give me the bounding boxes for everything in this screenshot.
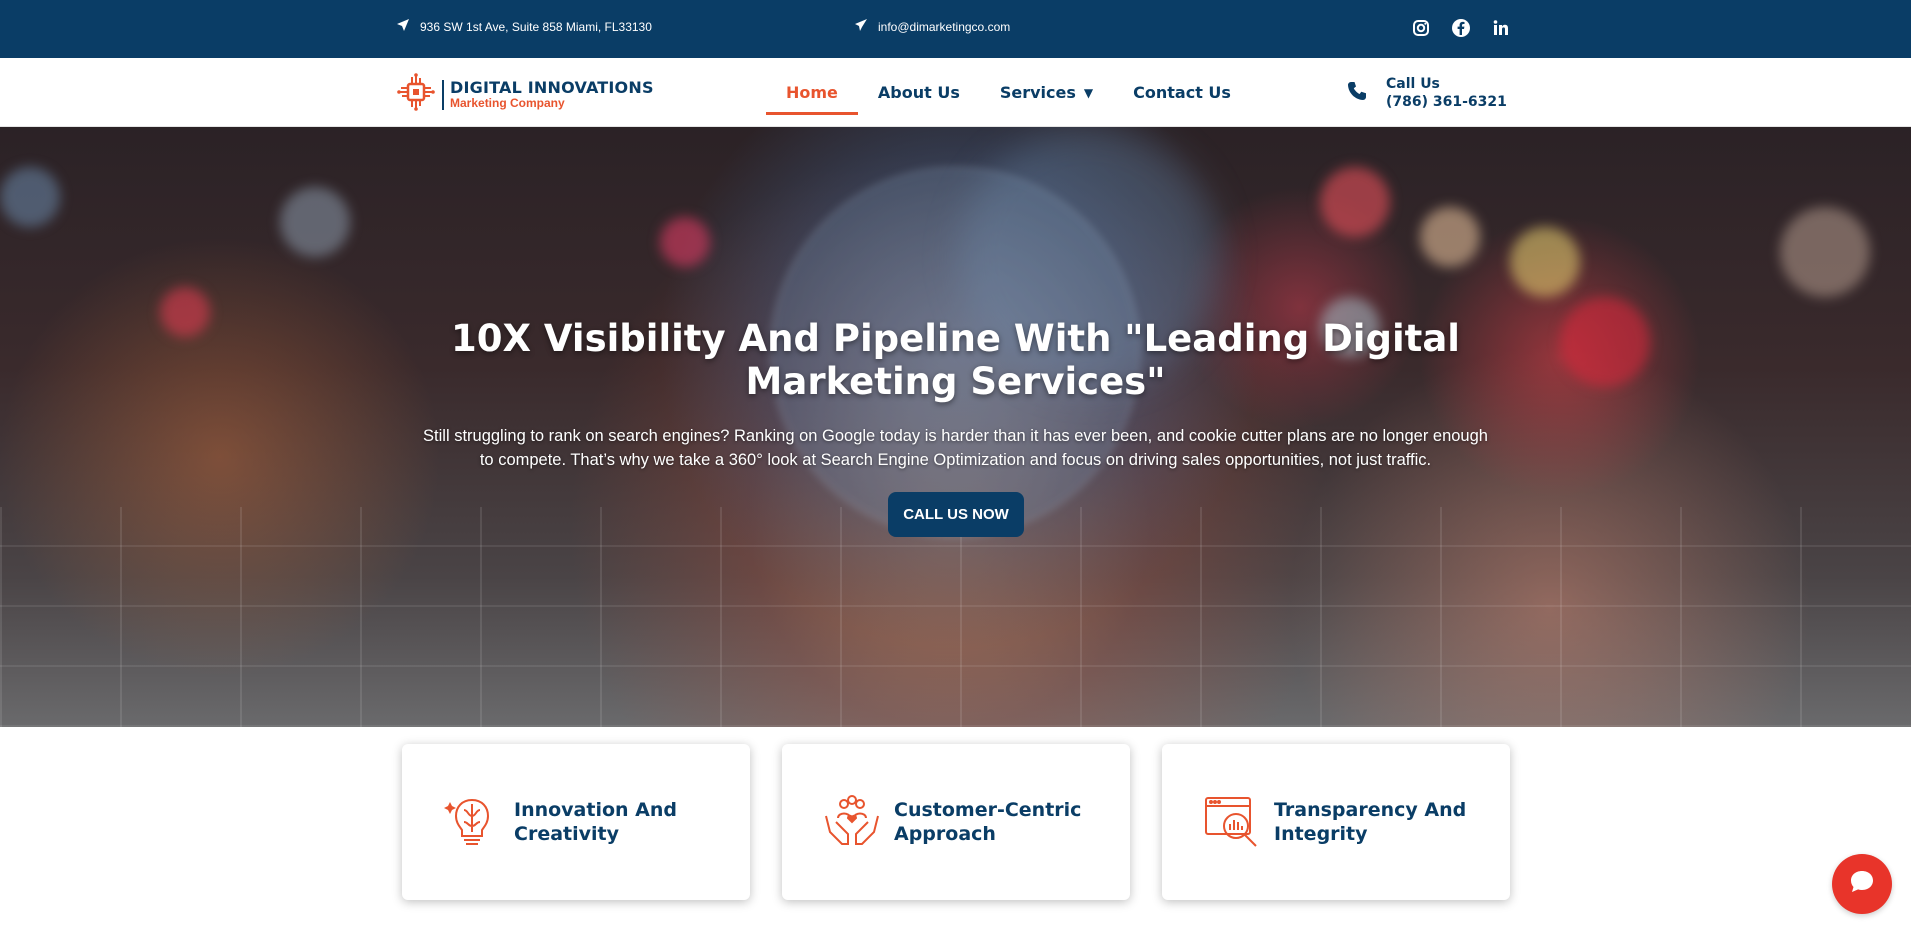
feature-card-customer: Customer-Centric Approach	[782, 744, 1130, 900]
bokeh-light	[660, 217, 710, 267]
paper-plane-icon	[854, 18, 868, 35]
logo-subtitle: Marketing Company	[450, 96, 565, 110]
feature-title: Innovation And Creativity	[514, 799, 678, 845]
header: DIGITAL INNOVATIONS Marketing Company Ho…	[0, 58, 1911, 127]
nav-services-label: Services	[999, 83, 1076, 102]
top-bar: 936 SW 1st Ave, Suite 858 Miami, FL33130…	[0, 0, 1911, 58]
bokeh-light	[1560, 297, 1650, 387]
nav-contact-us[interactable]: Contact Us	[1113, 58, 1251, 127]
phone-icon	[1346, 80, 1368, 107]
call-us-number[interactable]: (786) 361-6321	[1386, 93, 1507, 111]
bokeh-light	[0, 167, 60, 227]
facebook-icon[interactable]	[1450, 17, 1472, 39]
email[interactable]: info@dimarketingco.com	[854, 18, 1010, 35]
call-us-now-button[interactable]: CALL US NOW	[888, 492, 1024, 537]
nav-home[interactable]: Home	[766, 58, 858, 127]
instagram-icon[interactable]	[1410, 17, 1432, 39]
bokeh-light	[1780, 207, 1870, 297]
call-us-text: Call Us (786) 361-6321	[1386, 75, 1507, 111]
bokeh-light	[280, 187, 350, 257]
nav-services[interactable]: Services ▼	[980, 58, 1113, 127]
logo-text: DIGITAL INNOVATIONS Marketing Company	[450, 79, 654, 110]
feature-title: Customer-Centric Approach	[894, 799, 1082, 845]
feature-card-innovation: Innovation And Creativity	[402, 744, 750, 900]
bokeh-light	[1320, 167, 1390, 237]
analytics-magnifier-icon	[1202, 792, 1262, 852]
nav-contact-label: Contact Us	[1133, 83, 1231, 102]
logo[interactable]: DIGITAL INNOVATIONS Marketing Company	[396, 72, 654, 117]
call-us[interactable]: Call Us (786) 361-6321	[1346, 75, 1507, 111]
bokeh-light	[160, 287, 210, 337]
bokeh-light	[1420, 207, 1480, 267]
hands-people-icon	[822, 792, 882, 852]
bokeh-light	[1510, 227, 1580, 297]
nav-about-label: About Us	[877, 83, 960, 102]
feature-card-transparency: Transparency And Integrity	[1162, 744, 1510, 900]
hero-subtitle: Still struggling to rank on search engin…	[423, 427, 1488, 469]
logo-title: DIGITAL INNOVATIONS	[450, 78, 654, 97]
hero-title: 10X Visibility And Pipeline With "Leadin…	[451, 317, 1460, 403]
caret-down-icon: ▼	[1083, 85, 1094, 100]
circuit-floor	[0, 507, 1911, 727]
hero-section: 10X Visibility And Pipeline With "Leadin…	[0, 127, 1911, 727]
email-text[interactable]: info@dimarketingco.com	[878, 20, 1010, 34]
chat-button[interactable]	[1832, 854, 1892, 914]
nav-home-label: Home	[786, 83, 838, 102]
address: 936 SW 1st Ave, Suite 858 Miami, FL33130	[396, 18, 652, 35]
call-us-label: Call Us	[1386, 76, 1440, 92]
logo-divider	[442, 79, 444, 110]
location-arrow-icon	[396, 18, 410, 35]
address-text: 936 SW 1st Ave, Suite 858 Miami, FL33130	[420, 19, 652, 34]
chat-icon	[1848, 868, 1876, 901]
feature-title: Transparency And Integrity	[1274, 799, 1467, 845]
circuit-chip-icon	[396, 72, 436, 117]
main-nav: Home About Us Services ▼ Contact Us	[766, 58, 1251, 127]
linkedin-icon[interactable]	[1490, 17, 1512, 39]
brain-bulb-icon	[442, 792, 502, 852]
social-links	[1410, 17, 1512, 39]
nav-about-us[interactable]: About Us	[858, 58, 980, 127]
